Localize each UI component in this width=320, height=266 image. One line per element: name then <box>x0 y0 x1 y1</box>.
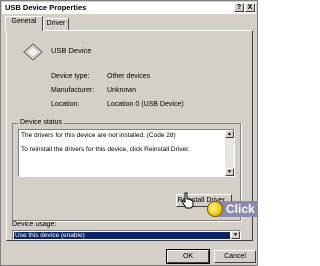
tab-general[interactable]: General <box>5 16 43 31</box>
status-line-2: To reinstall the drivers for this device… <box>21 146 190 153</box>
manufacturer-label: Manufacturer: <box>51 87 95 94</box>
cancel-button[interactable]: Cancel <box>214 250 256 263</box>
location-value: Location 0 (USB Device) <box>107 101 184 108</box>
window-title: USB Device Properties <box>5 3 87 12</box>
close-button[interactable]: X <box>245 3 255 12</box>
device-usage-label: Device usage: <box>12 221 57 228</box>
click-label: Click <box>226 202 255 216</box>
usb-device-icon <box>23 43 43 61</box>
status-line-1: The drivers for this device are not inst… <box>21 132 176 139</box>
device-name: USB Device <box>51 46 92 55</box>
scroll-down-icon[interactable]: ▼ <box>225 168 234 176</box>
click-indicator-icon <box>207 201 223 217</box>
device-usage-select[interactable]: Use this device (enable) ▼ <box>12 230 241 240</box>
title-bar: USB Device Properties ? X <box>2 2 256 14</box>
location-label: Location: <box>51 101 80 108</box>
status-scrollbar[interactable]: ▲ ▼ <box>225 130 234 176</box>
device-type-value: Other devices <box>107 73 151 80</box>
device-type-label: Device type: <box>51 73 90 80</box>
manufacturer-value: Unknown <box>107 87 137 94</box>
tab-driver[interactable]: Driver <box>43 18 69 30</box>
device-status-text: The drivers for this device are not inst… <box>18 129 235 177</box>
properties-dialog: USB Device Properties ? X General Driver… <box>0 0 258 266</box>
chevron-down-icon[interactable]: ▼ <box>231 231 240 239</box>
hand-cursor-icon <box>181 192 194 209</box>
ok-button[interactable]: OK <box>166 249 210 264</box>
help-button[interactable]: ? <box>234 3 244 12</box>
device-usage-value: Use this device (enable) <box>14 232 230 239</box>
device-status-title: Device status <box>18 119 65 126</box>
scroll-up-icon[interactable]: ▲ <box>225 130 234 138</box>
